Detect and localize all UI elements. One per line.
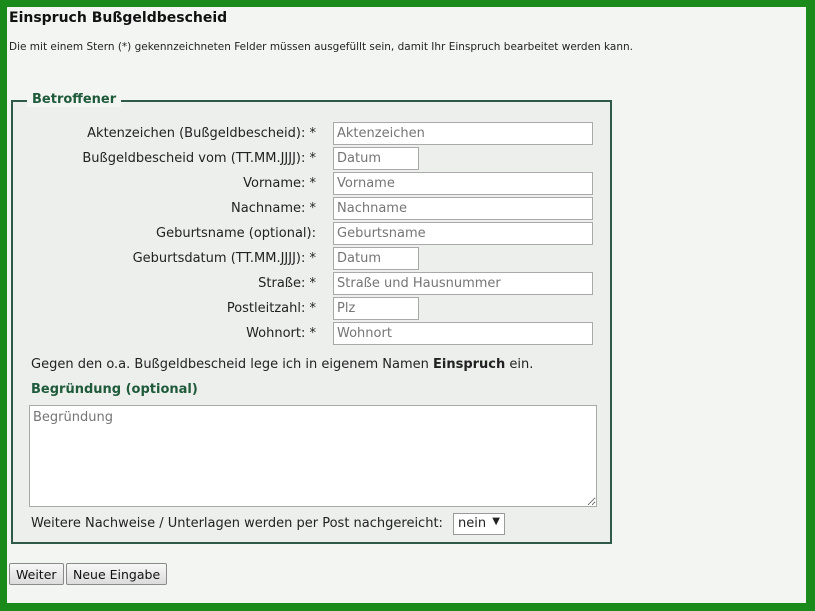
label-strasse: Straße: * — [258, 276, 316, 291]
row-postleitzahl: Postleitzahl: * — [13, 297, 613, 321]
label-geburtsname: Geburtsname (optional): — [156, 226, 316, 241]
post-select-value: nein — [458, 516, 487, 531]
page-title: Einspruch Bußgeldbescheid — [9, 10, 228, 26]
post-label: Weitere Nachweise / Unterlagen werden pe… — [31, 516, 443, 531]
label-aktenzeichen: Aktenzeichen (Bußgeldbescheid): * — [87, 126, 316, 141]
reason-heading: Begründung (optional) — [31, 382, 198, 397]
row-aktenzeichen: Aktenzeichen (Bußgeldbescheid): * — [13, 122, 613, 146]
post-select[interactable]: nein ▼ — [453, 513, 505, 535]
aktenzeichen-input[interactable] — [333, 122, 593, 145]
reason-textarea[interactable] — [29, 405, 597, 507]
bescheid-datum-input[interactable] — [333, 147, 419, 170]
nachname-input[interactable] — [333, 197, 593, 220]
fieldset-legend: Betroffener — [27, 92, 122, 107]
label-geburtsdatum: Geburtsdatum (TT.MM.JJJJ): * — [132, 251, 316, 266]
required-fields-note: Die mit einem Stern (*) gekennzeichneten… — [9, 41, 634, 53]
label-bescheid-datum: Bußgeldbescheid vom (TT.MM.JJJJ): * — [82, 151, 316, 166]
row-wohnort: Wohnort: * — [13, 322, 613, 346]
row-geburtsname: Geburtsname (optional): — [13, 222, 613, 246]
label-wohnort: Wohnort: * — [246, 326, 316, 341]
label-vorname: Vorname: * — [243, 176, 316, 191]
einspruch-statement: Gegen den o.a. Bußgeldbescheid lege ich … — [31, 357, 533, 372]
geburtsdatum-input[interactable] — [333, 247, 419, 270]
geburtsname-input[interactable] — [333, 222, 593, 245]
statement-prefix: Gegen den o.a. Bußgeldbescheid lege ich … — [31, 357, 433, 372]
row-vorname: Vorname: * — [13, 172, 613, 196]
reset-button[interactable]: Neue Eingabe — [66, 563, 168, 585]
form-page: Einspruch Bußgeldbescheid Die mit einem … — [7, 7, 806, 603]
wohnort-input[interactable] — [333, 322, 593, 345]
strasse-input[interactable] — [333, 272, 593, 295]
chevron-down-icon: ▼ — [492, 516, 500, 527]
next-button[interactable]: Weiter — [9, 563, 64, 585]
postleitzahl-input[interactable] — [333, 297, 419, 320]
statement-suffix: ein. — [505, 357, 534, 372]
label-postleitzahl: Postleitzahl: * — [226, 301, 316, 316]
statement-bold: Einspruch — [433, 357, 506, 372]
row-strasse: Straße: * — [13, 272, 613, 296]
row-nachname: Nachname: * — [13, 197, 613, 221]
label-nachname: Nachname: * — [231, 201, 316, 216]
vorname-input[interactable] — [333, 172, 593, 195]
row-geburtsdatum: Geburtsdatum (TT.MM.JJJJ): * — [13, 247, 613, 271]
fieldset-betroffener: Betroffener Aktenzeichen (Bußgeldbeschei… — [11, 92, 613, 544]
row-bescheid-datum: Bußgeldbescheid vom (TT.MM.JJJJ): * — [13, 147, 613, 171]
